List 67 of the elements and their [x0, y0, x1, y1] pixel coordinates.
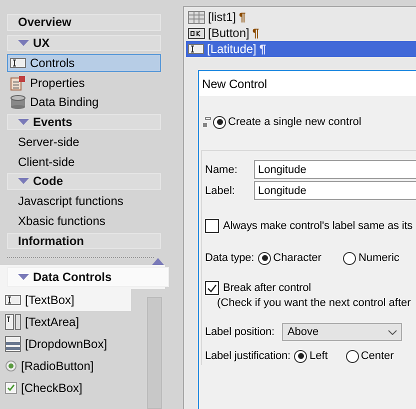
collapse-arrow-icon[interactable]	[18, 40, 29, 46]
name-field[interactable]: Longitude	[254, 160, 416, 179]
textbox-icon	[188, 44, 204, 54]
field-label: Name:	[205, 164, 238, 176]
expand-icon[interactable]	[203, 117, 211, 127]
section-title: Events	[33, 115, 72, 130]
field-label: Label:	[205, 184, 236, 196]
textbox-icon	[10, 58, 26, 68]
field-label: Data type:	[205, 252, 254, 264]
section-header[interactable]: UX	[7, 34, 161, 52]
dialog-title: New Control	[202, 76, 267, 90]
chevron-down-icon	[388, 330, 398, 334]
sidebar-item[interactable]: Controls	[7, 54, 161, 72]
section-title: Code	[33, 174, 63, 188]
checkbox-label: Break after control	[223, 282, 311, 294]
justification-radio[interactable]: Left	[294, 350, 328, 362]
justification-radio[interactable]: Center	[346, 350, 394, 362]
checkbox[interactable]	[205, 281, 219, 295]
hint-text: (Check if you want the next control after	[217, 297, 412, 309]
section-title: Information	[18, 234, 84, 248]
section-title: Data Controls	[33, 270, 112, 284]
canvas-item[interactable]: [list1] ¶	[186, 9, 416, 25]
toolbox-item[interactable]: [CheckBox]	[0, 377, 131, 400]
collapse-arrow-icon[interactable]	[18, 119, 29, 126]
sidebar-item[interactable]: Data Binding	[7, 94, 161, 111]
field-label: Label justification:	[205, 350, 290, 362]
properties-icon	[10, 74, 26, 90]
section-header[interactable]: Code	[7, 173, 161, 190]
pilcrow-mark: ¶	[239, 10, 246, 24]
section-title: UX	[33, 36, 50, 50]
toolbox-item[interactable]: [TextBox]	[0, 289, 131, 312]
sidebar-item[interactable]: Properties	[7, 74, 161, 92]
data-type-radio[interactable]: Numeric	[343, 252, 400, 264]
section-header[interactable]: Information	[7, 232, 161, 250]
toolbox-item[interactable]: [RadioButton]	[0, 355, 131, 378]
sidebar-item[interactable]: Client-side	[7, 152, 161, 170]
textbox-icon	[5, 295, 21, 306]
section-title: Overview	[18, 15, 72, 30]
sidebar-item[interactable]: Javascript functions	[7, 192, 161, 210]
dropdown-icon	[5, 336, 21, 352]
collapse-arrow-icon[interactable]	[18, 178, 29, 184]
section-header[interactable]: Data Controls	[7, 267, 169, 288]
scrollbar[interactable]	[147, 297, 162, 409]
radio-icon	[5, 360, 17, 372]
label-field[interactable]: Longitude	[254, 181, 416, 200]
checkbox-label: Always make control's label same as its	[223, 220, 413, 232]
toolbox-item[interactable]: [DropdownBox]	[0, 333, 131, 356]
checkbox-icon	[5, 382, 17, 394]
section-header[interactable]: Overview	[7, 14, 161, 31]
ok-button-icon	[188, 28, 205, 38]
collapse-arrow-icon[interactable]	[18, 274, 29, 280]
database-icon	[10, 95, 26, 110]
pilcrow-mark: ¶	[259, 42, 266, 56]
data-type-radio[interactable]: Character	[258, 252, 322, 264]
section-header[interactable]: Events	[7, 114, 161, 130]
canvas-item[interactable]: [Latitude] ¶	[186, 41, 416, 57]
pilcrow-mark: ¶	[252, 26, 260, 40]
textarea-icon	[5, 314, 21, 330]
label-position-dropdown[interactable]: Above	[282, 323, 402, 341]
checkbox[interactable]	[205, 219, 219, 233]
sidebar-item[interactable]: Server-side	[7, 133, 161, 151]
sidebar-item[interactable]: Xbasic functions	[7, 212, 161, 230]
toolbox-item[interactable]: [TextArea]	[0, 311, 131, 334]
grid-icon	[188, 10, 205, 24]
field-label: Label position:	[205, 326, 274, 338]
canvas-item[interactable]: [Button] ¶	[186, 25, 416, 41]
mode-radio[interactable]: Create a single new control	[213, 116, 362, 128]
